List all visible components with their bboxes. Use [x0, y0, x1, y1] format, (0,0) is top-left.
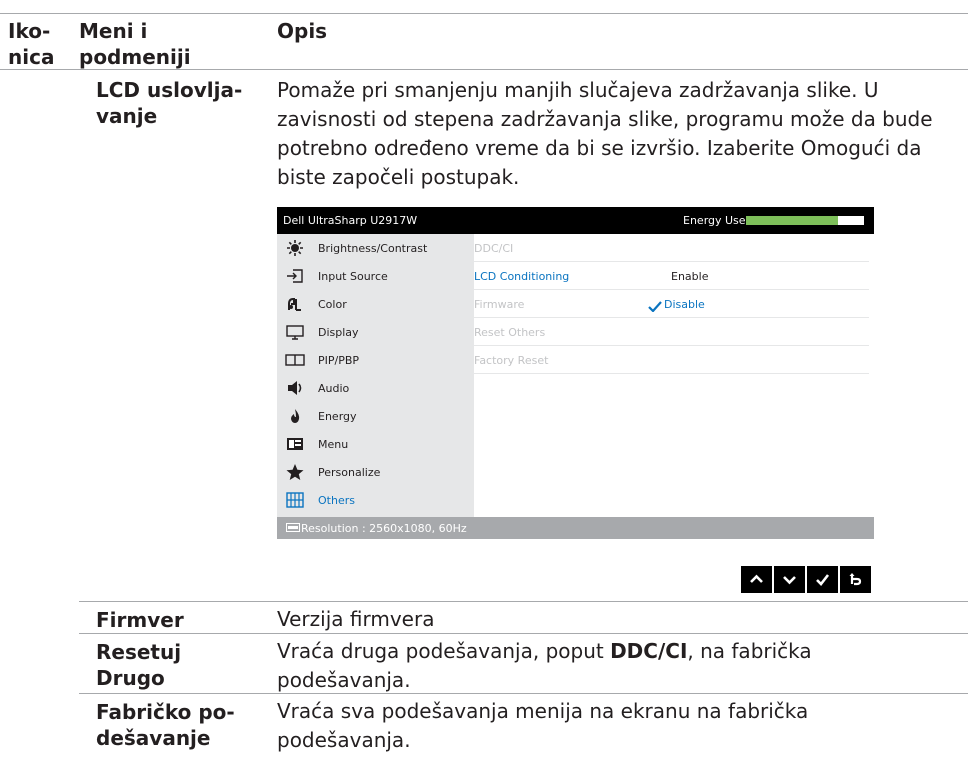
option-disable[interactable]: Disable — [664, 298, 705, 311]
header-bottom-rule — [0, 69, 968, 70]
header-top-rule — [0, 13, 968, 14]
lcd-conditioning-label: LCD uslovlja- vanje — [96, 78, 243, 128]
submenu-reset-others[interactable]: Reset Others — [474, 318, 869, 346]
menu-item-menu[interactable]: Menu — [277, 430, 474, 458]
menu-item-display[interactable]: Display — [277, 318, 474, 346]
energy-icon — [285, 407, 305, 425]
ok-button[interactable] — [807, 566, 838, 593]
desc-text: Vraća druga podešavanja, poput — [277, 639, 611, 663]
menu-item-label: Menu — [318, 438, 349, 451]
energy-use-bar — [746, 216, 864, 225]
menu-item-label: PIP/PBP — [318, 354, 360, 367]
check-icon — [816, 574, 830, 586]
submenu-label: Factory Reset — [474, 354, 549, 367]
energy-use-label: Energy Use — [683, 214, 746, 227]
display-icon — [285, 323, 305, 341]
reset-others-desc: Vraća druga podešavanja, poput DDC/CI, n… — [277, 637, 927, 695]
menu-item-label: Color — [318, 298, 347, 311]
submenu-label: Firmware — [474, 298, 525, 311]
pip-pbp-icon — [285, 351, 305, 369]
osd-status-bar: Resolution : 2560x1080, 60Hz — [277, 517, 874, 539]
color-icon — [285, 295, 305, 313]
check-icon — [648, 301, 662, 312]
menu-item-label: Energy — [318, 410, 357, 423]
header-menu-col: Meni i podmeniji — [79, 19, 191, 69]
menu-item-others[interactable]: Others — [277, 486, 474, 514]
menu-item-label: Others — [318, 494, 355, 507]
reset-others-label: Resetuj Drugo — [96, 640, 182, 690]
menu-item-audio[interactable]: Audio — [277, 374, 474, 402]
option-enable[interactable]: Enable — [671, 270, 708, 283]
menu-item-label: Input Source — [318, 270, 388, 283]
submenu-label: LCD Conditioning — [474, 270, 570, 283]
menu-item-label: Display — [318, 326, 359, 339]
back-button[interactable] — [840, 566, 871, 593]
down-button[interactable] — [774, 566, 805, 593]
input-source-icon — [285, 267, 305, 285]
up-arrow-icon — [750, 574, 763, 583]
menu-item-pip-pbp[interactable]: PIP/PBP — [277, 346, 474, 374]
osd-submenu: DDC/CI LCD Conditioning Firmware Reset O… — [474, 234, 874, 517]
audio-icon — [285, 379, 305, 397]
menu-item-energy[interactable]: Energy — [277, 402, 474, 430]
others-icon — [285, 491, 305, 509]
menu-item-color[interactable]: Color — [277, 290, 474, 318]
row-rule — [79, 601, 968, 602]
down-arrow-icon — [783, 576, 796, 585]
back-icon — [849, 573, 862, 586]
osd-title-bar: Dell UltraSharp U2917W Energy Use — [277, 207, 874, 234]
factory-reset-label: Fabričko po- dešavanje — [96, 700, 235, 750]
menu-item-input-source[interactable]: Input Source — [277, 262, 474, 290]
row-rule — [79, 693, 968, 694]
submenu-label: Reset Others — [474, 326, 546, 339]
header-icon-col: Iko- nica — [8, 19, 55, 69]
header-desc-col: Opis — [277, 19, 328, 43]
menu-icon — [285, 435, 305, 453]
osd-main-menu: Brightness/Contrast Input Source Color Disp… — [277, 234, 474, 517]
energy-use-fill — [746, 216, 839, 225]
menu-item-personalize[interactable]: Personalize — [277, 458, 474, 486]
firmware-desc: Verzija firmvera — [277, 607, 435, 631]
menu-item-brightness-contrast[interactable]: Brightness/Contrast — [277, 234, 474, 262]
osd-menu: Dell UltraSharp U2917W Energy Use Bright… — [277, 207, 874, 539]
osd-title: Dell UltraSharp U2917W — [283, 214, 418, 227]
up-button[interactable] — [741, 566, 772, 593]
submenu-factory-reset[interactable]: Factory Reset — [474, 346, 869, 374]
menu-item-label: Personalize — [318, 466, 381, 479]
factory-reset-desc: Vraća sva podešavanja menija na ekranu n… — [277, 699, 809, 752]
firmware-label: Firmver — [96, 608, 184, 632]
menu-item-label: Brightness/Contrast — [318, 242, 428, 255]
resolution-status: Resolution : 2560x1080, 60Hz — [301, 522, 467, 535]
menu-item-label: Audio — [318, 382, 350, 395]
desc-bold-text: DDC/CI — [610, 639, 688, 663]
submenu-ddc-ci[interactable]: DDC/CI — [474, 234, 869, 262]
brightness-icon — [285, 239, 305, 257]
submenu-label: DDC/CI — [474, 242, 514, 255]
lcd-conditioning-desc: Pomaže pri smanjenju manjih slučajeva za… — [277, 78, 933, 189]
row-rule — [79, 633, 968, 634]
resolution-icon — [286, 523, 300, 532]
star-icon — [285, 463, 305, 481]
